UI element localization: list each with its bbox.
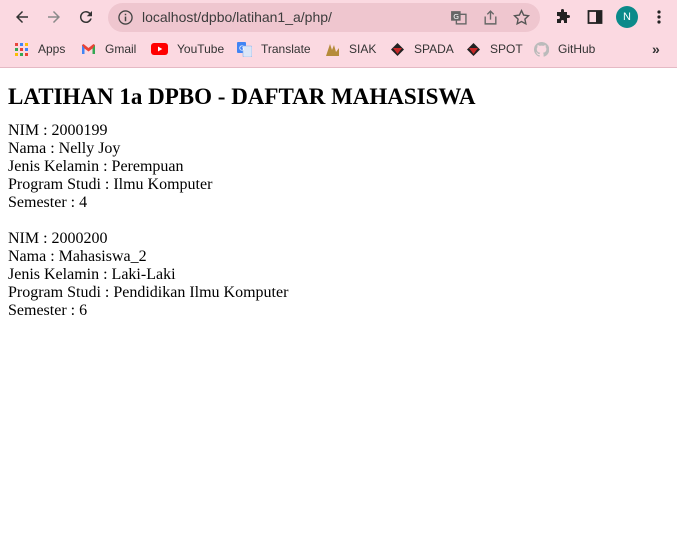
side-panel-icon [587, 10, 603, 24]
page-content: LATIHAN 1a DPBO - DAFTAR MAHASISWA NIM :… [0, 68, 677, 346]
student-nama: Nama : Nelly Joy [8, 140, 121, 157]
share-icon[interactable] [482, 9, 499, 26]
bookmark-youtube[interactable]: YouTube [151, 39, 224, 59]
translate-icon: G [237, 41, 252, 57]
profile-avatar[interactable]: N [616, 6, 638, 28]
bookmark-label: SPADA [414, 42, 454, 56]
puzzle-icon [557, 9, 570, 23]
site-info-icon[interactable] [118, 10, 133, 25]
student-nim: NIM : 2000200 [8, 230, 108, 247]
youtube-icon [151, 42, 168, 57]
browser-toolbar: localhost/dpbo/latihan1_a/php/ G N [0, 0, 677, 35]
page-title: LATIHAN 1a DPBO - DAFTAR MAHASISWA [8, 84, 476, 109]
student-semester: Semester : 4 [8, 194, 88, 211]
side-panel-button[interactable] [585, 7, 605, 27]
student-nama: Nama : Mahasiswa_2 [8, 248, 147, 265]
bookmark-label: SPOT [490, 42, 523, 56]
bookmark-gmail[interactable]: Gmail [81, 39, 136, 59]
student-jenis-kelamin: Jenis Kelamin : Laki-Laki [8, 266, 176, 283]
student-prodi: Program Studi : Ilmu Komputer [8, 176, 213, 193]
bookmarks-overflow-button[interactable]: » [652, 39, 660, 59]
forward-arrow-icon [48, 11, 60, 23]
bookmark-label: Translate [261, 42, 311, 56]
bookmark-apps[interactable]: Apps [14, 39, 65, 59]
svg-text:G: G [453, 12, 459, 21]
bookmark-spada[interactable]: SPADA [390, 39, 454, 59]
bookmark-translate[interactable]: G Translate [237, 39, 311, 59]
bookmark-label: YouTube [177, 42, 225, 56]
siak-icon [325, 42, 340, 57]
svg-text:G: G [239, 44, 244, 52]
spot-icon [466, 42, 481, 57]
url-text[interactable]: localhost/dpbo/latihan1_a/php/ [142, 9, 332, 25]
github-icon [534, 41, 549, 57]
menu-button[interactable] [649, 7, 669, 27]
student-record: NIM : 2000200 Nama : Mahasiswa_2 Jenis K… [8, 230, 669, 320]
forward-button[interactable] [40, 3, 68, 31]
bookmark-star-icon[interactable] [513, 9, 530, 26]
gmail-icon [81, 42, 96, 57]
kebab-menu-icon [657, 10, 661, 24]
address-bar[interactable]: localhost/dpbo/latihan1_a/php/ G [108, 3, 540, 32]
apps-grid-icon [14, 42, 29, 57]
spada-icon [390, 42, 405, 57]
student-semester: Semester : 6 [8, 302, 88, 319]
student-jenis-kelamin: Jenis Kelamin : Perempuan [8, 158, 184, 175]
student-nim: NIM : 2000199 [8, 122, 108, 139]
bookmarks-bar: Apps Gmail YouTube G Translate SIAK SPAD… [0, 37, 677, 61]
reload-icon [79, 11, 92, 24]
bookmark-label: Apps [38, 42, 66, 56]
bookmark-label: Gmail [105, 42, 137, 56]
translate-page-icon[interactable]: G [450, 9, 467, 26]
browser-chrome: localhost/dpbo/latihan1_a/php/ G N Apps … [0, 0, 677, 68]
back-arrow-icon [16, 11, 28, 23]
extensions-button[interactable] [553, 7, 573, 27]
reload-button[interactable] [72, 3, 100, 31]
bookmark-github[interactable]: GitHub [534, 39, 595, 59]
student-record: NIM : 2000199 Nama : Nelly Joy Jenis Kel… [8, 122, 669, 212]
bookmark-label: SIAK [349, 42, 377, 56]
bookmark-label: GitHub [558, 42, 596, 56]
student-prodi: Program Studi : Pendidikan Ilmu Komputer [8, 284, 289, 301]
back-button[interactable] [8, 3, 36, 31]
bookmark-siak[interactable]: SIAK [325, 39, 376, 59]
bookmark-spot[interactable]: SPOT [466, 39, 523, 59]
